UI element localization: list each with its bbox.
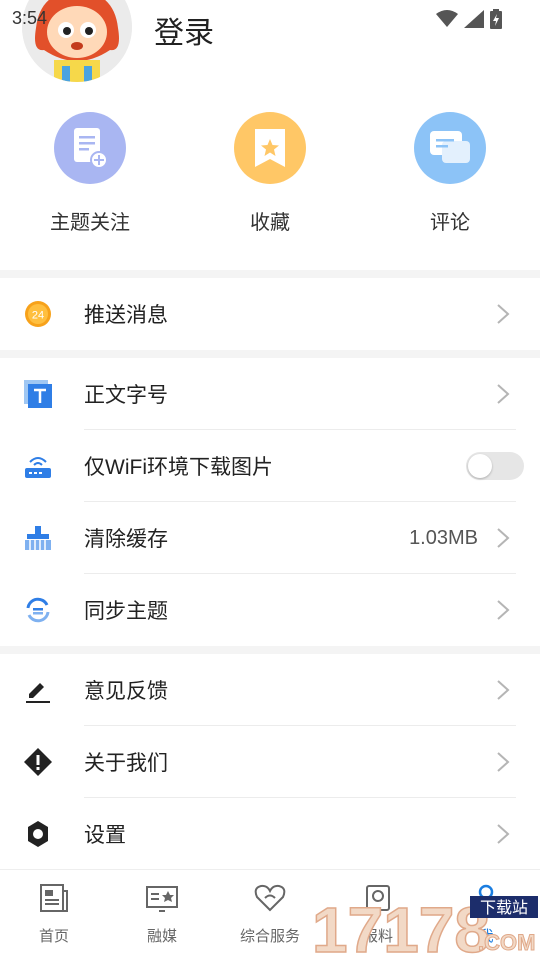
- wifi-images-row: 仅WiFi环境下载图片: [0, 430, 540, 502]
- chevron-right-icon: [497, 600, 510, 620]
- font-size-row[interactable]: 正文字号: [0, 358, 540, 430]
- sync-topics-label: 同步主题: [84, 600, 168, 623]
- news-icon: [40, 884, 68, 912]
- font-size-icon: [24, 380, 52, 408]
- settings-label: 设置: [84, 824, 126, 847]
- chevron-right-icon: [497, 680, 510, 700]
- about-us-label: 关于我们: [84, 752, 168, 775]
- battery-icon: [490, 9, 502, 29]
- status-icons: [436, 9, 502, 29]
- quick-actions: 主题关注 收藏 评论: [0, 112, 540, 252]
- sync-icon: [24, 596, 52, 624]
- about-us-row[interactable]: 关于我们: [0, 726, 540, 798]
- chevron-right-icon: [497, 752, 510, 772]
- chevron-right-icon: [497, 824, 510, 844]
- watermark-number: 17178: [312, 894, 490, 960]
- site-watermark: 17178 下载站 .COM: [311, 893, 538, 960]
- watermark-com: .COM: [478, 930, 535, 955]
- feedback-label: 意见反馈: [84, 680, 168, 703]
- router-icon: [24, 452, 52, 480]
- service-heart-icon: [254, 884, 286, 912]
- cache-size: 1.03MB: [409, 526, 478, 549]
- wifi-images-toggle[interactable]: [466, 452, 524, 480]
- comments-label: 评论: [430, 212, 470, 234]
- comment-icon: [414, 112, 486, 184]
- wifi-icon: [436, 10, 458, 27]
- status-bar: 3:54: [0, 0, 540, 36]
- info-diamond-icon: [24, 748, 52, 776]
- chevron-right-icon: [497, 528, 510, 548]
- toggle-knob: [468, 454, 492, 478]
- clear-cache-row[interactable]: 清除缓存 1.03MB: [0, 502, 540, 574]
- push-badge-number: 24: [32, 310, 44, 322]
- favorites-label: 收藏: [250, 212, 290, 234]
- tab-services-label: 综合服务: [239, 928, 300, 945]
- clear-cache-label: 清除缓存: [84, 528, 168, 551]
- push-clock-icon: 24: [24, 300, 52, 328]
- status-time: 3:54: [12, 8, 48, 28]
- tab-media[interactable]: 融媒: [108, 882, 216, 946]
- pencil-icon: [24, 676, 52, 704]
- topic-follow-button[interactable]: 主题关注: [20, 112, 160, 235]
- wifi-images-label: 仅WiFi环境下载图片: [84, 456, 273, 479]
- sync-topics-row[interactable]: 同步主题: [0, 574, 540, 646]
- favorites-button[interactable]: 收藏: [200, 112, 340, 235]
- chevron-right-icon: [497, 384, 510, 404]
- topic-add-icon: [54, 112, 126, 184]
- comments-button[interactable]: 评论: [380, 112, 520, 235]
- section-divider: [0, 350, 540, 358]
- broom-icon: [24, 524, 52, 552]
- media-icon: [146, 886, 178, 912]
- gear-icon: [24, 820, 52, 848]
- push-messages-row[interactable]: 24 推送消息: [0, 278, 540, 350]
- chevron-right-icon: [497, 304, 510, 324]
- push-messages-label: 推送消息: [84, 304, 168, 327]
- tab-services[interactable]: 综合服务: [216, 882, 324, 946]
- settings-row[interactable]: 设置: [0, 798, 540, 870]
- tab-home-label: 首页: [38, 928, 69, 945]
- signal-icon: [464, 10, 484, 28]
- section-divider: [0, 270, 540, 278]
- bookmark-star-icon: [234, 112, 306, 184]
- feedback-row[interactable]: 意见反馈: [0, 654, 540, 726]
- section-divider: [0, 646, 540, 654]
- tab-media-label: 融媒: [146, 928, 177, 945]
- font-size-label: 正文字号: [84, 384, 168, 407]
- watermark-sub: 下载站: [480, 899, 528, 917]
- tab-home[interactable]: 首页: [0, 882, 108, 946]
- topic-follow-label: 主题关注: [50, 212, 130, 234]
